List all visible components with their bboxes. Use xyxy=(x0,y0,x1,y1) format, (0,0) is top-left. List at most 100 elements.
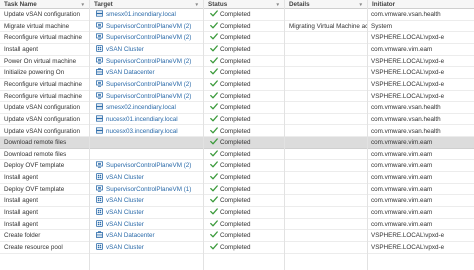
task-name-cell: Update vSAN configuration xyxy=(4,127,80,135)
table-row[interactable]: Install agent vSAN Cluster Completed com.vm… xyxy=(0,44,474,56)
table-row[interactable]: Reconfigure virtual machine SupervisorCon… xyxy=(0,79,474,91)
target-link[interactable]: vSAN Cluster xyxy=(106,221,144,228)
target-cell: nucesx03.incendiary.local xyxy=(90,126,203,137)
check-icon xyxy=(210,115,218,125)
column-divider[interactable] xyxy=(89,0,90,270)
table-row[interactable]: Install agent vSAN Cluster Completed com.vm… xyxy=(0,195,474,208)
target-link[interactable]: vSAN Cluster xyxy=(106,197,144,204)
table-row[interactable]: Reconfigure virtual machine SupervisorCon… xyxy=(0,91,474,103)
details-cell xyxy=(285,195,367,206)
sort-icon: ▾ xyxy=(276,2,279,8)
target-link[interactable]: SupervisorControlPlaneVM (2) xyxy=(106,58,191,65)
table-row[interactable]: Download remote files Completed com.vmware… xyxy=(0,149,474,161)
task-name-cell: Install agent xyxy=(4,197,38,205)
initiator-cell: com.vmware.vim.eam xyxy=(371,139,433,147)
table-row[interactable]: Download remote files Completed com.vmware… xyxy=(0,137,474,149)
column-header-target[interactable]: Target ▾ xyxy=(90,0,204,9)
table-row[interactable]: Create folder vSAN Datacenter Completed VSP… xyxy=(0,230,474,242)
column-divider[interactable] xyxy=(203,0,204,270)
cluster-icon xyxy=(96,173,103,180)
table-row[interactable]: Install agent vSAN Cluster Completed com.vm… xyxy=(0,172,474,184)
initiator-cell: VSPHERE.LOCAL\vpxd-e xyxy=(371,34,445,42)
initiator-cell: VSPHERE.LOCAL\vpxd-e xyxy=(371,244,445,251)
details-cell xyxy=(285,207,367,218)
table-row[interactable]: Deploy OVF template SupervisorControlPlan… xyxy=(0,184,474,196)
target-link[interactable]: SupervisorControlPlaneVM (1) xyxy=(106,186,191,193)
table-row[interactable]: Update vSAN configuration smesx02.incendi… xyxy=(0,102,474,114)
column-header-initiator[interactable]: Initiator xyxy=(368,0,474,9)
table-row[interactable]: Update vSAN configuration smesx01.incendi… xyxy=(0,9,474,21)
check-icon xyxy=(210,243,218,253)
target-cell: SupervisorControlPlaneVM (1) xyxy=(90,184,203,195)
table-row[interactable]: Initialize powering On vSAN Datacenter Com… xyxy=(0,67,474,79)
status-cell: Completed xyxy=(204,137,284,148)
table-row[interactable]: Power On virtual machine SupervisorContro… xyxy=(0,56,474,68)
table-row[interactable]: Install agent vSAN Cluster Completed com.vm… xyxy=(0,219,474,231)
target-link[interactable]: SupervisorControlPlaneVM (2) xyxy=(106,23,191,30)
target-link[interactable]: nucesx03.incendiary.local xyxy=(106,128,178,135)
status-cell: Completed xyxy=(204,21,284,32)
status-text: Completed xyxy=(220,127,251,135)
table-row[interactable]: Deploy OVF template SupervisorControlPlan… xyxy=(0,160,474,173)
target-link[interactable]: SupervisorControlPlaneVM (2) xyxy=(106,81,191,88)
table-row[interactable]: Update vSAN configuration nucesx01.incend… xyxy=(0,114,474,126)
column-divider[interactable] xyxy=(367,0,368,270)
target-link[interactable]: SupervisorControlPlaneVM (2) xyxy=(106,34,191,41)
target-cell: vSAN Cluster xyxy=(90,195,203,206)
target-link[interactable]: SupervisorControlPlaneVM (2) xyxy=(106,162,191,169)
status-cell: Completed xyxy=(204,126,284,137)
table-row[interactable]: Migrate virtual machine SupervisorControl… xyxy=(0,21,474,33)
column-header-details-label: Details xyxy=(289,1,310,8)
details-cell xyxy=(285,44,367,55)
target-link[interactable]: SupervisorControlPlaneVM (2) xyxy=(106,93,191,100)
table-row[interactable]: Create resource pool vSAN Cluster Complete… xyxy=(0,242,474,254)
check-icon xyxy=(210,91,218,102)
target-link[interactable]: vSAN Datacenter xyxy=(106,232,155,239)
target-cell: vSAN Datacenter xyxy=(90,67,203,78)
target-link[interactable]: vSAN Datacenter xyxy=(106,69,155,76)
target-cell: nucesx01.incendiary.local xyxy=(90,114,203,125)
target-cell xyxy=(90,137,203,148)
table-row[interactable]: Install agent vSAN Cluster Completed com.vm… xyxy=(0,207,474,219)
check-icon xyxy=(210,45,218,55)
target-link[interactable]: vSAN Cluster xyxy=(106,244,144,251)
status-cell: Completed xyxy=(204,230,284,241)
cluster-icon xyxy=(96,208,103,215)
task-name-cell: Power On virtual machine xyxy=(4,57,77,65)
vm-icon xyxy=(96,22,103,29)
status-cell: Completed xyxy=(204,56,284,67)
task-name-cell: Update vSAN configuration xyxy=(4,115,80,123)
status-text: Completed xyxy=(220,34,251,42)
target-link[interactable]: nucesx01.incendiary.local xyxy=(106,116,178,123)
column-header-target-label: Target xyxy=(94,1,113,8)
target-cell: smesx02.incendiary.local xyxy=(90,102,203,113)
status-cell: Completed xyxy=(204,79,284,90)
target-cell: vSAN Cluster xyxy=(90,207,203,218)
target-link[interactable]: vSAN Cluster xyxy=(106,209,144,216)
table-row[interactable]: Reconfigure virtual machine SupervisorCon… xyxy=(0,32,474,44)
column-divider[interactable] xyxy=(284,0,285,270)
status-text: Completed xyxy=(220,45,251,53)
column-header-details[interactable]: Details ▾ xyxy=(285,0,368,9)
table-row[interactable]: Update vSAN configuration nucesx03.incend… xyxy=(0,126,474,138)
status-cell: Completed xyxy=(204,44,284,55)
target-link[interactable]: smesx02.incendiary.local xyxy=(106,104,176,111)
target-link[interactable]: vSAN Cluster xyxy=(106,46,144,53)
check-icon xyxy=(210,138,218,148)
initiator-cell: com.vmware.vim.eam xyxy=(371,197,433,205)
target-link[interactable]: vSAN Cluster xyxy=(106,174,144,181)
check-icon xyxy=(210,150,218,160)
status-cell: Completed xyxy=(204,102,284,113)
check-icon xyxy=(210,80,218,90)
column-header-status[interactable]: Status ▾ xyxy=(204,0,285,9)
details-cell xyxy=(285,67,367,78)
task-name-cell: Update vSAN configuration xyxy=(4,104,80,112)
details-cell xyxy=(285,242,367,253)
cluster-icon xyxy=(96,196,103,204)
column-header-initiator-label: Initiator xyxy=(372,1,396,8)
sort-icon: ▾ xyxy=(81,2,84,8)
vm-icon xyxy=(96,185,103,192)
column-header-task-name[interactable]: Task Name ▾ xyxy=(0,0,90,9)
initiator-cell: com.vmware.vsan.health xyxy=(371,104,441,112)
target-link[interactable]: smesx01.incendiary.local xyxy=(106,11,176,18)
